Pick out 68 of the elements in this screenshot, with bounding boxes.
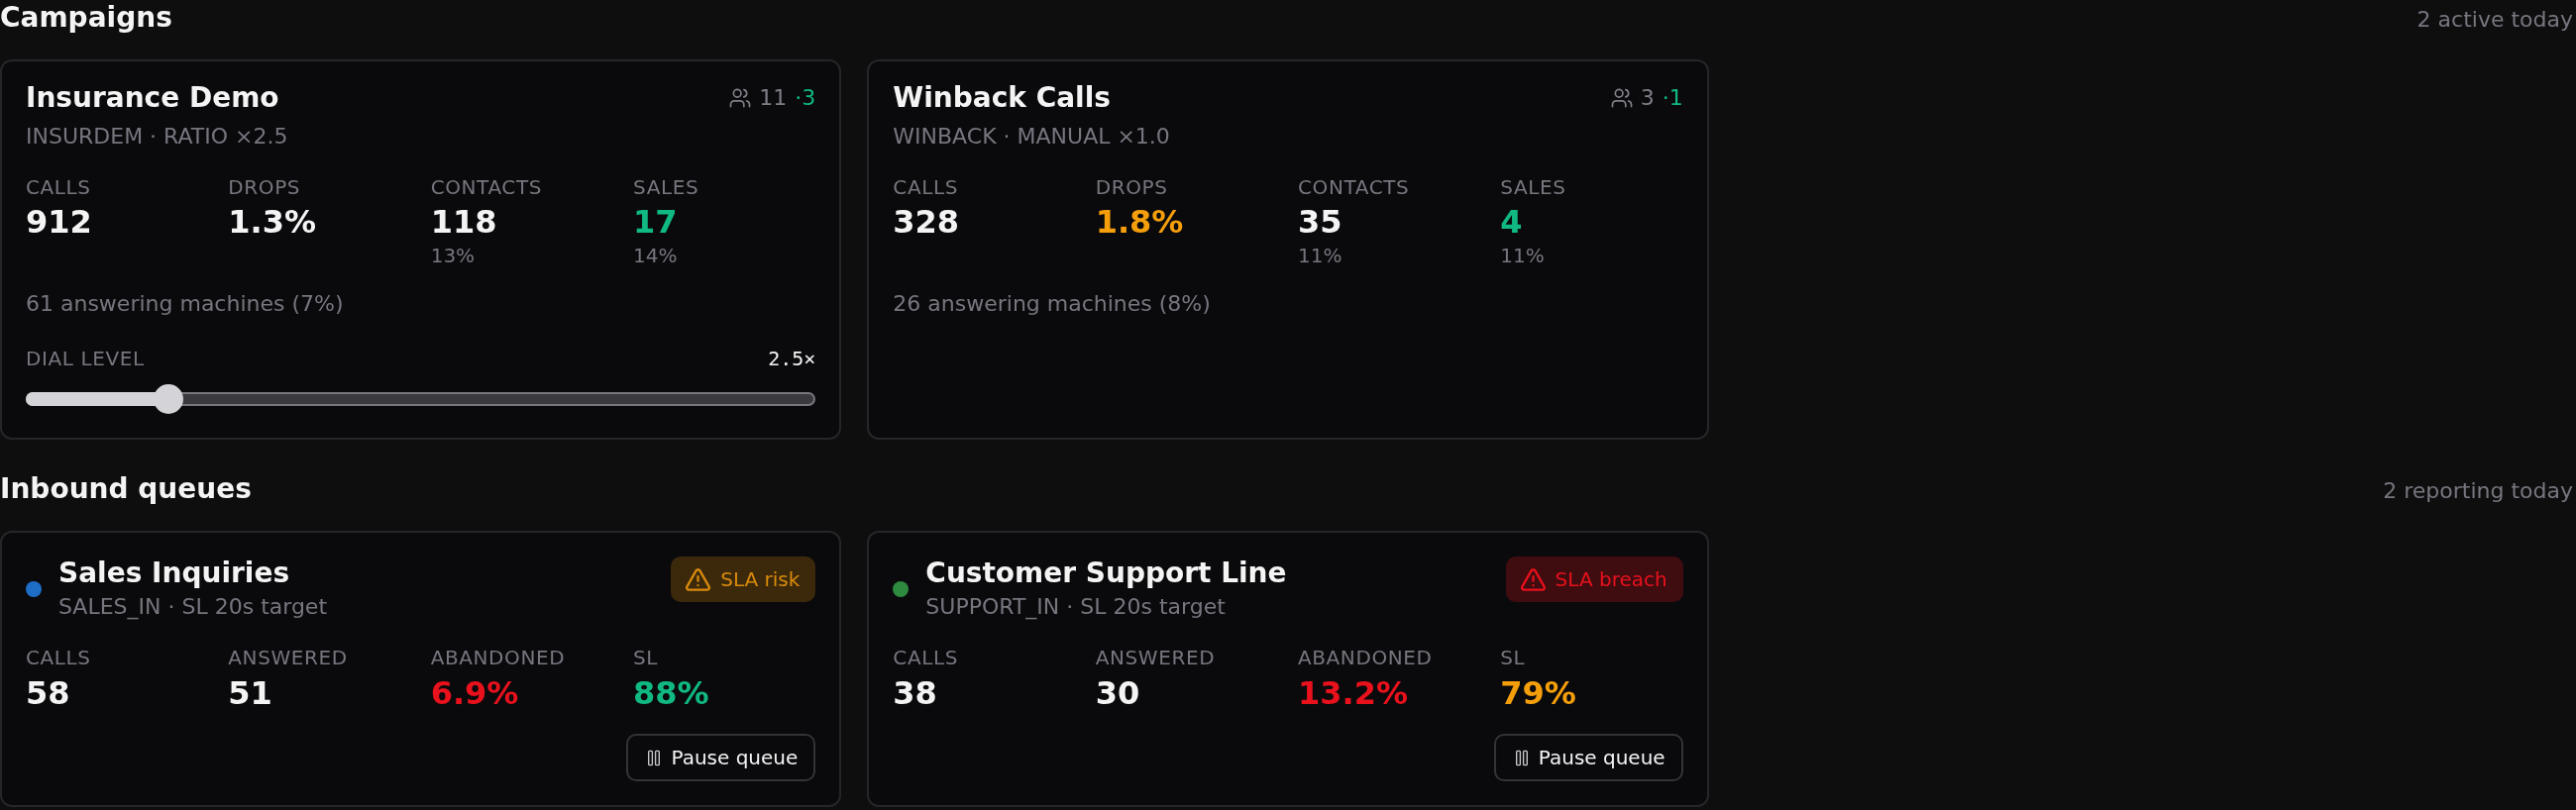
answering-machines-note: 61 answering machines (7%) — [26, 290, 345, 318]
answering-machines-note: 26 answering machines (8%) — [893, 290, 1212, 318]
stat-percent: 11% — [1500, 243, 1545, 268]
warning-icon — [1520, 567, 1546, 591]
stat-label: CALLS — [26, 174, 91, 200]
stat-label: CALLS — [893, 174, 958, 200]
slider-thumb[interactable] — [153, 384, 183, 414]
section-title: Campaigns — [0, 0, 172, 36]
users-icon — [1610, 88, 1633, 108]
stat-value: 13.2% — [1298, 674, 1408, 712]
campaign-code: INSURDEM · RATIO ×2.5 — [26, 123, 288, 151]
sla-badge-label: SLA risk — [720, 566, 801, 593]
stat-label: ABANDONED — [1298, 645, 1433, 670]
campaign-name: Winback Calls — [893, 81, 1112, 115]
stat-value: 35 — [1298, 203, 1342, 241]
stat-percent: 11% — [1298, 243, 1342, 268]
stat-label: SL — [633, 645, 659, 670]
stat-value: 1.8% — [1095, 203, 1184, 241]
stat-value: 118 — [430, 203, 497, 241]
stat-label: CALLS — [26, 645, 91, 670]
warning-icon — [686, 567, 711, 591]
stat-value: 1.3% — [228, 203, 317, 241]
stat-label: SALES — [633, 174, 699, 200]
agent-extra-count: ·3 — [795, 84, 816, 112]
sla-badge-label: SLA breach — [1555, 566, 1667, 593]
stat-value: 58 — [26, 674, 70, 712]
pause-icon — [648, 749, 661, 766]
stat-percent: 13% — [430, 243, 476, 268]
pause-queue-button[interactable]: Pause queue — [626, 734, 816, 781]
stat-label: CALLS — [893, 645, 958, 670]
stat-value: 17 — [633, 203, 678, 241]
queue-code: SUPPORT_IN · SL 20s target — [925, 593, 1227, 621]
stat-label: SL — [1500, 645, 1526, 670]
stat-label: CONTACTS — [1298, 174, 1410, 200]
queue-code: SALES_IN · SL 20s target — [58, 593, 328, 621]
dial-level-label: DIAL LEVEL — [26, 346, 145, 371]
stat-value: 4 — [1500, 203, 1523, 241]
stat-value: 912 — [26, 203, 92, 241]
section-summary: 2 active today — [2416, 6, 2573, 34]
pause-queue-button[interactable]: Pause queue — [1493, 734, 1683, 781]
stat-value: 79% — [1500, 674, 1576, 712]
stat-value: 328 — [893, 203, 960, 241]
stat-label: DROPS — [228, 174, 301, 200]
queue-name: Customer Support Line — [925, 557, 1287, 590]
stat-label: ABANDONED — [430, 645, 566, 670]
stat-label: ANSWERED — [228, 645, 348, 670]
dial-level-slider[interactable] — [26, 384, 816, 414]
agent-count: 3 — [1640, 84, 1655, 112]
agent-extra-count: ·1 — [1662, 84, 1683, 112]
section-title: Inbound queues — [0, 471, 252, 507]
stat-label: CONTACTS — [430, 174, 542, 200]
campaign-name: Insurance Demo — [26, 81, 280, 115]
stat-label: DROPS — [1095, 174, 1168, 200]
campaign-code: WINBACK · MANUAL ×1.0 — [893, 123, 1170, 151]
stat-value: 6.9% — [430, 674, 519, 712]
stat-label: SALES — [1500, 174, 1566, 200]
stat-value: 38 — [893, 674, 937, 712]
dial-level-reading: 2.5× — [768, 346, 816, 371]
stat-value: 88% — [633, 674, 709, 712]
agent-count: 11 — [759, 84, 788, 112]
users-icon — [729, 88, 752, 108]
stat-percent: 14% — [633, 243, 678, 268]
stat-label: ANSWERED — [1095, 645, 1216, 670]
stat-value: 30 — [1095, 674, 1140, 712]
pause-icon — [1515, 749, 1528, 766]
stat-value: 51 — [228, 674, 272, 712]
section-summary: 2 reporting today — [2383, 477, 2573, 505]
queue-name: Sales Inquiries — [58, 557, 291, 590]
